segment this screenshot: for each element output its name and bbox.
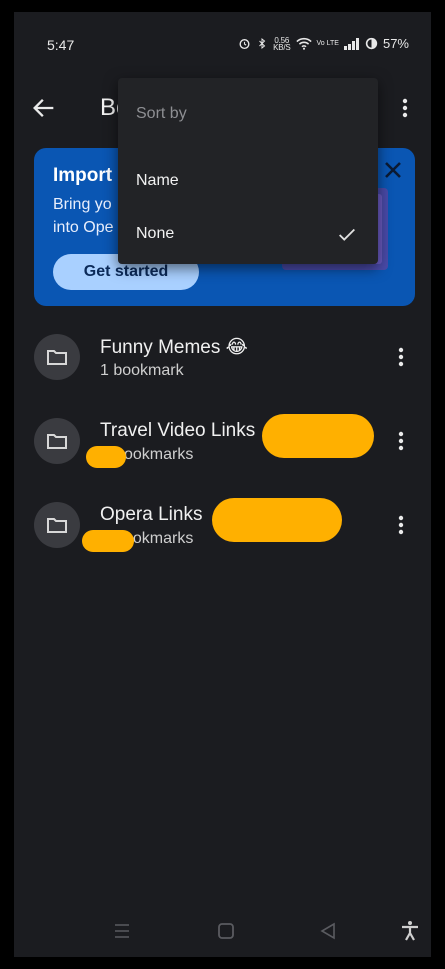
system-nav-bar [14, 905, 431, 957]
back-nav-icon[interactable] [316, 919, 340, 943]
more-vert-icon[interactable] [389, 513, 413, 537]
sort-menu-header: Sort by [136, 105, 187, 122]
folder-icon [34, 418, 80, 464]
banner-title: Import [53, 165, 113, 186]
sort-menu: Sort by Name None [118, 78, 378, 264]
app-screen: 5:47 0.56 KB/S Vo LTE 57% Bo Import Brin… [14, 12, 431, 957]
bookmark-title: Opera Links [100, 504, 203, 525]
net-speed: 0.56 KB/S [273, 35, 291, 52]
more-vert-icon[interactable] [389, 429, 413, 453]
sort-option-name[interactable]: Name [118, 156, 378, 208]
bookmark-list: Funny Memes 😂 1 bookmark Travel Video Li… [14, 322, 431, 574]
status-bar: 5:47 0.56 KB/S Vo LTE 57% [14, 12, 431, 74]
redaction-mark [262, 414, 374, 458]
redaction-mark [86, 446, 126, 468]
battery-percent: 57% [382, 36, 409, 51]
status-icons: 0.56 KB/S Vo LTE 57% [238, 36, 409, 51]
more-vert-icon[interactable] [393, 96, 417, 120]
checkmark-icon [339, 228, 355, 241]
list-item[interactable]: Opera Links ookmarks [14, 490, 431, 574]
status-time: 5:47 [47, 37, 75, 53]
alarm-icon [239, 39, 250, 50]
bookmark-count: ookmarks [124, 530, 194, 547]
folder-icon [34, 502, 80, 548]
more-vert-icon[interactable] [389, 345, 413, 369]
back-arrow-icon[interactable] [30, 94, 58, 122]
recents-icon[interactable] [110, 919, 134, 943]
sort-option-none[interactable]: None [118, 209, 378, 261]
redaction-mark [82, 530, 134, 552]
list-item[interactable]: Travel Video Links ookmarks [14, 406, 431, 490]
home-icon[interactable] [214, 919, 238, 943]
signal-icon [343, 37, 359, 50]
accessibility-icon[interactable] [398, 919, 422, 943]
bookmark-count: ookmarks [124, 446, 194, 463]
wifi-icon [295, 37, 312, 50]
redaction-mark [212, 498, 342, 542]
bookmark-title: Funny Memes 😂 [100, 337, 248, 358]
bookmark-count: 1 bookmark [100, 362, 184, 379]
folder-icon [34, 334, 80, 380]
bluetooth-icon [259, 37, 266, 50]
battery-icon [365, 37, 378, 50]
sort-option-label: None [136, 225, 175, 242]
sort-option-label: Name [136, 172, 179, 189]
volte-indicator: Vo LTE [316, 40, 339, 47]
list-item[interactable]: Funny Memes 😂 1 bookmark [14, 322, 431, 406]
close-icon[interactable] [381, 158, 405, 182]
bookmark-title: Travel Video Links [100, 420, 256, 441]
